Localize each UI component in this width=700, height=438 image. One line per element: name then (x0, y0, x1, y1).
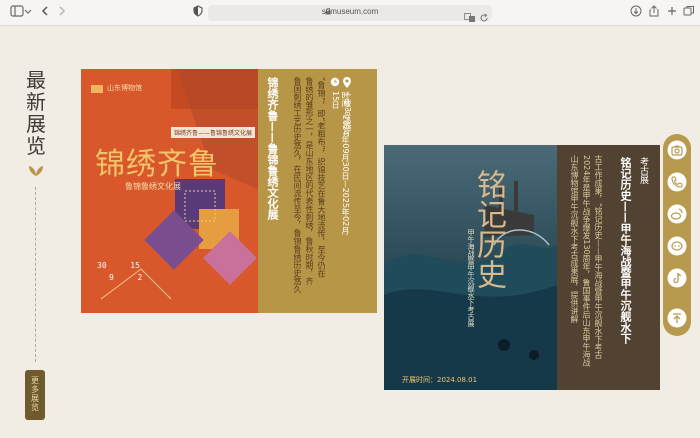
reload-icon[interactable] (479, 8, 489, 22)
poster-brand: 山东博物馆 (107, 84, 142, 92)
privacy-shield-icon[interactable] (190, 5, 206, 21)
exhibition-type: 考古展 (638, 157, 648, 184)
exhibition-place: 一楼3号展厅 (343, 91, 352, 137)
exhibition-info-panel-2: 考古展 铭记历史——甲午海战暨甲午沉舰水下 古工作成果，“铭记历史——甲午海战暨… (557, 145, 660, 390)
url-text: sdmuseum.com (321, 7, 379, 16)
exhibition-poster-2[interactable]: 铭记历史 甲午海战暨甲午沉舰水下考古展 开展时间：2024.08.01 (384, 145, 557, 390)
exhibition-desc: 古工作成果，“铭记历史——甲午海战暨甲午沉舰水下考古 (594, 155, 603, 360)
exhibition-info-panel-1: 时间：2024年09月30日—2025年02月15日 一楼3号展厅 锦绣齐鲁——… (258, 69, 377, 313)
exhibition-title: 铭记历史——甲午海战暨甲午沉舰水下 (619, 157, 632, 344)
browser-toolbar: sdmuseum.com (0, 0, 700, 26)
back-icon[interactable] (37, 5, 53, 21)
title-char: 最 (26, 68, 46, 92)
phone-icon[interactable] (667, 172, 687, 192)
back-to-top-icon[interactable] (667, 308, 687, 328)
forward-icon[interactable] (54, 5, 70, 21)
poster-title: 锦绣齐鲁 (95, 147, 219, 182)
divider-line (35, 187, 36, 362)
poster-open-date: 开展时间：2024.08.01 (402, 376, 478, 384)
title-char: 新 (26, 90, 46, 114)
section-title: 最 新 展 览 (24, 69, 48, 157)
download-icon[interactable] (628, 5, 644, 21)
poster-date-month: 9 2 (109, 273, 143, 282)
address-bar[interactable]: sdmuseum.com (208, 5, 492, 22)
weibo-icon[interactable] (667, 204, 687, 224)
leaf-ornament-icon (29, 166, 43, 176)
poster-date: 30 15 (97, 261, 140, 270)
exhibition-poster-1[interactable]: 山东博物馆 锦绣齐鲁——鲁锦鲁绣文化展 锦绣齐鲁 鲁锦鲁绣文化展 30 15 9… (81, 69, 258, 313)
poster-subtitle: 甲午海战暨甲午沉舰水下考古展 (467, 229, 475, 327)
camera-icon[interactable] (667, 140, 687, 160)
exhibition-desc: 鲁国刺绣工艺历史悠久，在民间流传至今，鲁锦鲁绣历史悠久 (293, 77, 302, 293)
exhibition-card-1[interactable]: 山东博物馆 锦绣齐鲁——鲁锦鲁绣文化展 锦绣齐鲁 鲁锦鲁绣文化展 30 15 9… (81, 69, 377, 313)
exhibition-desc: “鲁锦”，即“老粗布”，织锦技艺在鲁大地流传，至今仍在 (317, 77, 326, 278)
translate-icon[interactable] (464, 8, 476, 22)
exhibition-card-2[interactable]: 铭记历史 甲午海战暨甲午沉舰水下考古展 开展时间：2024.08.01 考古展 … (384, 145, 660, 390)
floating-toolbar (663, 134, 691, 336)
exhibition-desc: 鲁绣的雏形之一，是山东地区的代表性刺绣，鲁秋时期，齐 (305, 77, 314, 285)
location-icon (343, 77, 351, 88)
share-icon[interactable] (646, 5, 662, 21)
tab-overview-icon[interactable] (681, 5, 697, 21)
page-content: 最 新 展 览 更 多 展 览 山东博物馆 锦绣齐鲁——鲁锦鲁绣文化展 锦绣齐鲁… (0, 27, 700, 438)
clock-icon (330, 77, 340, 87)
title-char: 展 (26, 112, 46, 136)
poster-title: 铭记历史 (471, 169, 506, 289)
sidebar-toggle-icon[interactable] (9, 5, 25, 21)
exhibition-desc: 山东博物馆甲午沉舰水下考古成果展，提供讲解 (570, 155, 579, 323)
new-tab-icon[interactable] (664, 5, 680, 21)
tiktok-icon[interactable] (667, 268, 687, 288)
title-char: 览 (26, 134, 46, 158)
poster-subtitle: 鲁锦鲁绣文化展 (125, 182, 181, 191)
more-exhibitions-button[interactable]: 更 多 展 览 (25, 370, 45, 420)
wechat-icon[interactable] (667, 236, 687, 256)
exhibition-title: 锦绣齐鲁——鲁锦鲁绣文化展 (266, 77, 279, 220)
exhibition-desc: 2024年是甲午战争爆发130周年，鲁国事件后山东甲午海战 (582, 155, 591, 367)
poster-tag: 锦绣齐鲁——鲁锦鲁绣文化展 (171, 127, 256, 138)
chevron-down-icon[interactable] (24, 5, 32, 21)
